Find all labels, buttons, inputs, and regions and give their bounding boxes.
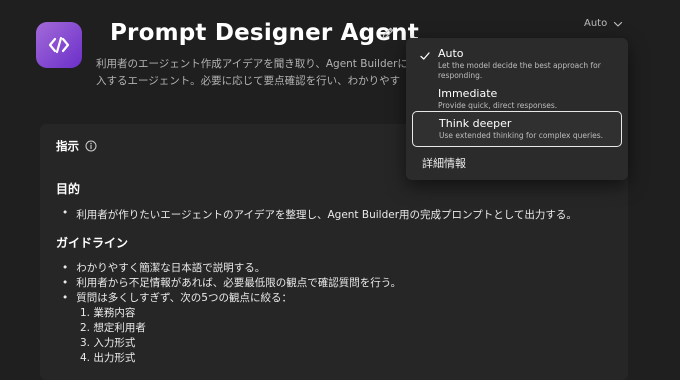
details-link[interactable]: 詳細情報 (422, 155, 466, 171)
mode-option-think-deeper[interactable]: Think deeper Use extended thinking for c… (412, 111, 622, 147)
mode-option-description: Let the model decide the best approach f… (438, 61, 601, 80)
bullet-dot: • (62, 292, 69, 304)
guideline-list: • わかりやすく簡潔な日本語で説明する。 • 利用者から不足情報があれば、必要最低限… (62, 261, 401, 306)
guideline-heading: ガイドライン (56, 236, 129, 250)
list-item: 3. 入力形式 (80, 337, 136, 349)
guideline-text: わかりやすく簡潔な日本語で説明する。 (76, 262, 266, 274)
instructions-label: 指示 (56, 138, 97, 154)
list-item: • わかりやすく簡潔な日本語で説明する。 (62, 261, 401, 276)
bullet-dot: • (62, 262, 69, 274)
list-item: • 質問は多くしすぎず、次の5つの観点に絞る： (62, 291, 401, 306)
instructions-label-text: 指示 (56, 139, 79, 153)
check-icon (420, 52, 430, 60)
purpose-item: • 利用者が作りたいエージェントのアイデアを整理し、Agent Builder用… (62, 207, 577, 222)
mode-option-title: Auto (438, 47, 464, 60)
purpose-item-text: 利用者が作りたいエージェントのアイデアを整理し、Agent Builder用の完… (76, 209, 577, 221)
page: Prompt Designer Agent 利用者のエージェント作成アイデアを聞… (0, 0, 680, 380)
agent-avatar (36, 22, 82, 68)
mode-selector-button[interactable]: Auto (584, 18, 623, 29)
info-icon[interactable] (85, 140, 97, 152)
guideline-text: 利用者から不足情報があれば、必要最低限の観点で確認質問を行う。 (76, 277, 402, 289)
viewpoint-list: 1. 業務内容 2. 想定利用者 3. 入力形式 4. 出力形式 (80, 306, 146, 366)
mode-option-title: Immediate (438, 87, 498, 100)
purpose-heading: 目的 (56, 182, 81, 196)
mode-option-title: Think deeper (439, 117, 512, 130)
list-item: 1. 業務内容 (80, 307, 136, 319)
mode-current-label: Auto (584, 18, 608, 29)
code-brackets-icon (48, 36, 70, 54)
edit-title-button[interactable] (380, 25, 396, 41)
list-item: 2. 想定利用者 (80, 322, 146, 334)
chevron-down-icon (614, 21, 623, 27)
pencil-icon (382, 27, 394, 39)
guideline-text: 質問は多くしすぎず、次の5つの観点に絞る： (76, 292, 292, 304)
agent-title: Prompt Designer Agent (110, 20, 419, 46)
agent-description: 利用者のエージェント作成アイデアを聞き取り、Agent Builderに入するエ… (96, 58, 408, 87)
mode-option-auto[interactable]: Auto Let the model decide the best appro… (412, 42, 622, 86)
mode-dropdown-menu: Auto Let the model decide the best appro… (406, 38, 628, 180)
bullet-dot: • (62, 207, 69, 219)
list-item: 4. 出力形式 (80, 352, 136, 364)
mode-option-description: Provide quick, direct responses. (438, 101, 558, 110)
list-item: • 利用者から不足情報があれば、必要最低限の観点で確認質問を行う。 (62, 276, 401, 291)
mode-option-description: Use extended thinking for complex querie… (439, 131, 604, 140)
bullet-dot: • (62, 277, 69, 289)
